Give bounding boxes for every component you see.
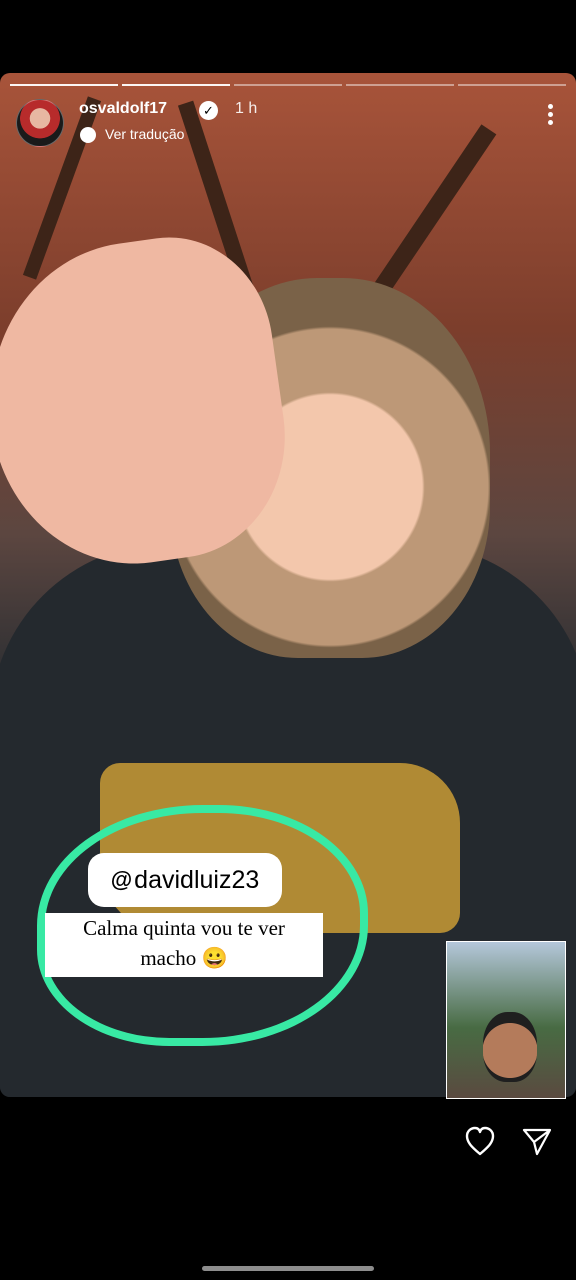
avatar[interactable]: [16, 99, 64, 147]
progress-segment: [346, 84, 454, 86]
comment-line-2: macho 😀: [140, 946, 228, 970]
more-icon[interactable]: [540, 101, 560, 135]
story-progress: [10, 84, 566, 86]
progress-segment: [122, 84, 230, 86]
progress-segment: [10, 84, 118, 86]
progress-segment: [458, 84, 566, 86]
translate-link[interactable]: Ver tradução: [105, 126, 184, 142]
pip-person: [483, 1012, 537, 1082]
home-indicator[interactable]: [202, 1266, 374, 1271]
progress-segment: [234, 84, 342, 86]
comment-box: Calma quinta vou te ver macho 😀: [45, 913, 323, 977]
verified-badge-icon: ✓: [199, 101, 218, 120]
story-header: osvaldolf17 ✓ 1 h Ver tradução: [16, 97, 560, 149]
translate-icon[interactable]: [80, 127, 96, 143]
comment-line-1: Calma quinta vou te ver: [83, 916, 285, 940]
mention-pill[interactable]: @ davidluiz23: [88, 853, 282, 907]
mention-label: davidluiz23: [134, 865, 260, 894]
threads-icon: @: [110, 867, 133, 892]
picture-in-picture[interactable]: [446, 941, 566, 1099]
story-time: 1 h: [235, 100, 258, 117]
heart-icon[interactable]: [463, 1125, 497, 1159]
send-icon[interactable]: [520, 1125, 554, 1159]
username[interactable]: osvaldolf17: [79, 100, 167, 118]
